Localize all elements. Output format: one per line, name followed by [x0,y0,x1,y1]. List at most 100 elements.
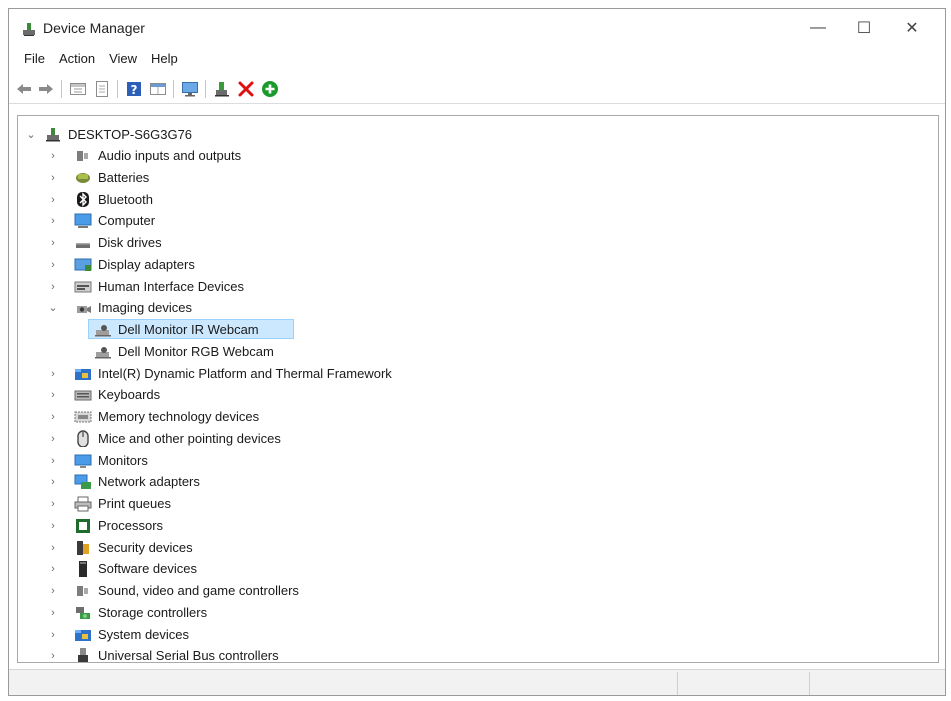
tree-item-label[interactable]: Monitors [98,453,148,468]
tree-item-label[interactable]: Print queues [98,496,171,511]
tree-item-label[interactable]: Imaging devices [98,300,192,315]
memory-icon [74,411,92,423]
speaker-icon [77,586,88,596]
chevron-right-icon[interactable]: › [48,189,58,210]
hid-icon [74,281,92,293]
computer-root-icon [46,128,60,142]
maximize-button[interactable]: ☐ [841,13,887,43]
chevron-right-icon[interactable]: › [48,210,58,231]
chevron-right-icon[interactable]: › [48,384,58,405]
network-icon [74,474,91,489]
camera-icon [77,306,91,313]
storage-icon [76,607,90,619]
chevron-right-icon[interactable]: › [48,406,58,427]
device-sheet-icon[interactable] [93,80,111,98]
close-button[interactable]: ✕ [889,13,935,43]
tree-item-label[interactable]: Computer [98,213,155,228]
chevron-right-icon[interactable]: › [48,254,58,275]
folder-chip-icon [75,369,91,380]
usb-icon [78,648,88,662]
update-driver-icon[interactable] [213,80,231,98]
tree-item-label[interactable]: Audio inputs and outputs [98,148,241,163]
help-icon[interactable]: ? [125,80,143,98]
add-hardware-icon[interactable] [261,80,279,98]
tree-item-label[interactable]: Human Interface Devices [98,279,244,294]
tree-item-label[interactable]: Processors [98,518,163,533]
device-manager-window: Device Manager — ☐ ✕ File Action View He… [8,8,946,696]
monitor-icon [74,454,92,468]
processor-icon [76,519,90,533]
chevron-right-icon[interactable]: › [48,602,58,623]
tree-item-label[interactable]: Sound, video and game controllers [98,583,299,598]
disk-drive-icon [76,243,90,248]
chevron-right-icon[interactable]: › [48,493,58,514]
menu-bar: File Action View Help [9,47,945,69]
device-tree[interactable]: ⌄ DESKTOP-S6G3G76 › Audio inputs and outp… [17,115,939,663]
chevron-right-icon[interactable]: › [48,232,58,253]
tree-item-label[interactable]: Universal Serial Bus controllers [98,648,279,662]
tree-item-label[interactable]: Storage controllers [98,605,207,620]
chevron-right-icon[interactable]: › [48,624,58,645]
status-divider [809,672,810,695]
printer-icon [74,496,92,512]
keyboard-icon [74,390,92,401]
tree-item-label[interactable]: Bluetooth [98,192,153,207]
tree-item-label[interactable]: System devices [98,627,189,642]
chevron-right-icon[interactable]: › [48,363,58,384]
chevron-right-icon[interactable]: › [48,145,58,166]
chevron-down-icon[interactable]: ⌄ [26,124,36,145]
toolbar: ? [9,72,945,104]
chevron-right-icon[interactable]: › [48,167,58,188]
tree-item-label[interactable]: Keyboards [98,387,160,402]
svg-text:?: ? [131,83,138,97]
chevron-down-icon[interactable]: ⌄ [48,297,58,318]
mouse-icon [77,430,89,447]
tree-item-label[interactable]: Dell Monitor IR Webcam [118,322,259,337]
uninstall-x-icon[interactable] [237,80,255,98]
menu-file[interactable]: File [17,51,52,66]
view-pane-icon[interactable] [149,80,167,98]
chevron-right-icon[interactable]: › [48,580,58,601]
chevron-right-icon[interactable]: › [48,515,58,536]
security-icon [77,541,89,555]
tree-item-label[interactable]: Batteries [98,170,149,185]
window-title: Device Manager [43,20,145,36]
toolbar-separator [117,80,118,98]
chevron-right-icon[interactable]: › [48,428,58,449]
tree-item-label[interactable]: Dell Monitor RGB Webcam [118,344,274,359]
tree-item-label[interactable]: Memory technology devices [98,409,259,424]
chevron-right-icon[interactable]: › [48,645,58,662]
device-manager-icon [23,23,35,36]
chevron-right-icon[interactable]: › [48,558,58,579]
toolbar-separator [61,80,62,98]
webcam-icon [95,325,111,337]
minimize-button[interactable]: — [795,13,841,43]
status-bar [9,669,945,695]
chevron-right-icon[interactable]: › [48,471,58,492]
tree-item-label[interactable]: Software devices [98,561,197,576]
tree-item-label[interactable]: Disk drives [98,235,162,250]
toolbar-separator [205,80,206,98]
tree-item-label[interactable]: Network adapters [98,474,200,489]
folder-chip-icon [75,630,91,641]
forward-arrow-icon[interactable] [37,80,55,98]
tree-item-label[interactable]: Security devices [98,540,193,555]
tree-item-label[interactable]: Intel(R) Dynamic Platform and Thermal Fr… [98,366,392,381]
display-adapter-icon [74,258,92,271]
chevron-right-icon[interactable]: › [48,450,58,471]
chevron-right-icon[interactable]: › [48,276,58,297]
tree-item-label[interactable]: Mice and other pointing devices [98,431,281,446]
chevron-right-icon[interactable]: › [48,537,58,558]
webcam-icon [95,347,111,359]
back-arrow-icon[interactable] [15,80,33,98]
properties-pane-icon[interactable] [69,80,87,98]
tree-item-label[interactable]: Display adapters [98,257,195,272]
software-icon [79,561,87,577]
menu-view[interactable]: View [102,51,144,66]
menu-action[interactable]: Action [52,51,102,66]
menu-help[interactable]: Help [144,51,185,66]
title-bar[interactable]: Device Manager — ☐ ✕ [9,9,945,47]
computer-icon [74,213,92,228]
monitor-scan-icon[interactable] [181,80,199,98]
tree-root-label[interactable]: DESKTOP-S6G3G76 [68,127,192,142]
